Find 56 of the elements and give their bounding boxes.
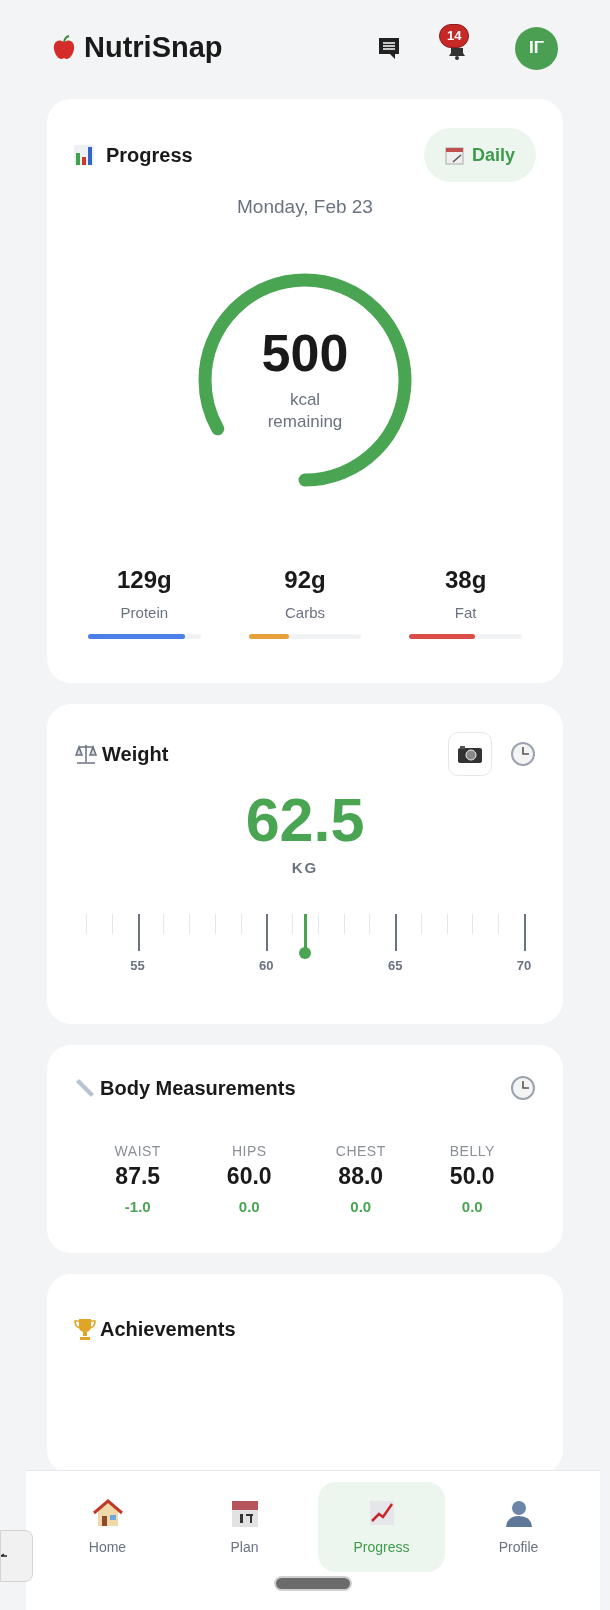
macro-amount: 92g — [284, 564, 326, 595]
macro-amount: 38g — [444, 564, 487, 595]
measurement-value: 87.5 — [115, 1161, 161, 1191]
weight-scale[interactable]: 55 60 65 70 — [74, 913, 536, 980]
notification-badge: 14 — [439, 24, 470, 48]
nav-tab[interactable]: Plan — [181, 1482, 308, 1572]
calories-caption: remaining — [267, 410, 343, 432]
nav-tab[interactable]: Profile — [455, 1482, 582, 1572]
measurement-change: 0.0 — [238, 1197, 260, 1218]
clock-icon[interactable] — [510, 741, 536, 767]
nav-tab[interactable]: Home — [44, 1482, 171, 1572]
app-title: NutriSnap — [84, 30, 223, 66]
avatar[interactable]: IΓ — [515, 26, 558, 70]
card-title: Weight — [102, 742, 169, 767]
macro-name: Protein — [120, 602, 169, 623]
calendar-icon — [444, 145, 464, 165]
scales-icon — [74, 743, 98, 765]
macro-name: Carbs — [285, 602, 325, 623]
arrow-icon — [1, 1553, 7, 1559]
macro-amount: 129g — [116, 564, 172, 595]
ruler-icon — [74, 1076, 96, 1099]
measurement-value: 50.0 — [449, 1161, 495, 1191]
house-icon — [91, 1496, 124, 1529]
card-title: Progress — [106, 143, 193, 168]
measurement-value: 88.0 — [338, 1161, 384, 1191]
calories-unit: kcal — [289, 389, 321, 411]
nav-tab[interactable]: Progress — [318, 1482, 445, 1572]
card-title: Body Measurements — [100, 1075, 296, 1101]
calories-value: 500 — [261, 327, 349, 380]
trophy-icon — [74, 1316, 96, 1341]
measurement-name: CHEST — [335, 1141, 386, 1161]
bar-chart-icon — [74, 145, 94, 165]
measurement-change: 0.0 — [350, 1197, 372, 1218]
card-title: Achievements — [100, 1316, 236, 1342]
measurement-change: -1.0 — [124, 1197, 151, 1218]
scale-label: 65 — [387, 956, 403, 975]
apple-icon — [52, 35, 76, 61]
weight-value: 62.5 — [245, 790, 365, 851]
macro-name: Fat — [454, 602, 477, 623]
measurement-change: 0.0 — [461, 1197, 483, 1218]
camera-button[interactable] — [448, 732, 492, 776]
camera-icon — [458, 745, 482, 763]
scale-pointer[interactable] — [299, 913, 311, 959]
period-button[interactable]: Daily — [423, 128, 536, 182]
measurement-name: BELLY — [449, 1141, 495, 1161]
scale-label: 60 — [259, 956, 274, 975]
measurement-name: HIPS — [231, 1141, 267, 1161]
date-label: Monday, Feb 23 — [237, 195, 373, 219]
notification-button[interactable]: 14 — [439, 24, 477, 64]
scale-label: 70 — [516, 956, 532, 975]
clock-icon[interactable] — [510, 1074, 536, 1101]
measurement-name: WAIST — [114, 1141, 161, 1161]
weight-unit: KG — [291, 858, 319, 878]
measurement-value: 60.0 — [226, 1161, 272, 1191]
scale-label: 55 — [130, 956, 145, 975]
chat-icon[interactable] — [377, 36, 401, 60]
